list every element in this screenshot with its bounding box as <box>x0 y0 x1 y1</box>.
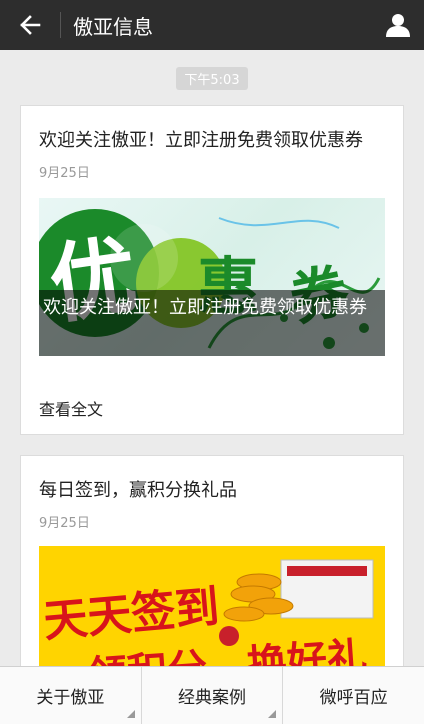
back-arrow-icon <box>20 15 41 35</box>
submenu-indicator-icon <box>268 710 277 718</box>
article-banner: 优 惠 券 欢迎关注傲亚！立即注册免费领取优惠券 <box>39 198 385 356</box>
bottom-menu: 关于傲亚 经典案例 微呼百应 <box>0 666 424 724</box>
profile-button[interactable] <box>372 0 424 50</box>
top-bar: 傲亚信息 <box>0 0 424 50</box>
menu-wehu[interactable]: 微呼百应 <box>283 667 424 724</box>
article-title: 每日签到，赢积分换礼品 <box>39 480 237 501</box>
menu-cases-label: 经典案例 <box>178 688 246 708</box>
menu-about-label: 关于傲亚 <box>36 688 105 708</box>
header-divider <box>60 12 61 38</box>
back-button[interactable] <box>0 0 60 50</box>
banner-caption: 欢迎关注傲亚！立即注册免费领取优惠券 <box>39 290 385 356</box>
menu-about[interactable]: 关于傲亚 <box>0 667 142 724</box>
read-more-link[interactable]: 查看全文 <box>39 396 103 420</box>
menu-cases[interactable]: 经典案例 <box>142 667 284 724</box>
page-title: 傲亚信息 <box>73 14 153 39</box>
article-card[interactable]: 每日签到，赢积分换礼品 9月25日 天天签到 领积分，换好礼 <box>20 455 404 696</box>
article-title: 欢迎关注傲亚！立即注册免费领取优惠券 <box>39 130 363 151</box>
article-card[interactable]: 欢迎关注傲亚！立即注册免费领取优惠券 9月25日 优 惠 券 欢迎关注傲亚！立即… <box>20 105 404 435</box>
submenu-indicator-icon <box>126 710 135 718</box>
menu-wehu-label: 微呼百应 <box>319 688 388 708</box>
user-icon <box>386 14 410 37</box>
timestamp-row: 下午5:03 <box>0 67 424 90</box>
timestamp-label: 下午5:03 <box>176 67 248 90</box>
article-date: 9月25日 <box>39 166 90 181</box>
article-date: 9月25日 <box>39 516 90 531</box>
